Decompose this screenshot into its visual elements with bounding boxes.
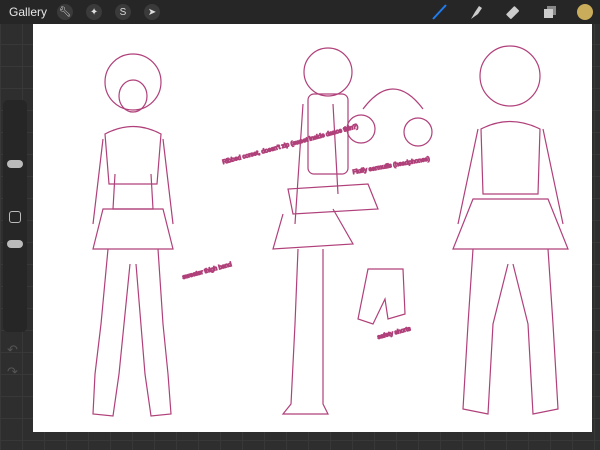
undo-icon[interactable]: ↶ — [7, 342, 18, 358]
back-figure — [452, 45, 569, 415]
note-shorts: safety shorts — [377, 326, 411, 341]
magic-wand-icon[interactable]: ✦ — [86, 4, 103, 20]
note-thigh-band: sweater thigh band — [182, 262, 233, 281]
smudge-icon[interactable] — [466, 2, 486, 22]
brush-icon[interactable] — [429, 2, 449, 22]
drawing-canvas[interactable]: Ribbed corset, doesn't zip (sweet inside… — [33, 24, 592, 432]
redo-icon[interactable]: ↷ — [7, 364, 18, 380]
selection-icon[interactable]: S — [115, 4, 132, 20]
left-sidebar — [3, 100, 27, 332]
gallery-button[interactable]: Gallery — [9, 5, 47, 19]
wrench-icon[interactable]: 🔧︎ — [57, 4, 74, 20]
side-figure — [272, 47, 379, 415]
brush-size-slider[interactable] — [7, 160, 23, 168]
opacity-slider[interactable] — [7, 240, 23, 248]
eraser-icon[interactable] — [503, 2, 523, 22]
earmuffs-sketch — [346, 88, 433, 147]
modify-button[interactable] — [9, 211, 21, 223]
shorts-sketch — [357, 268, 406, 325]
top-toolbar: Gallery 🔧︎ ✦ S ➤ — [0, 0, 600, 24]
transform-arrow-icon[interactable]: ➤ — [144, 4, 161, 20]
note-earmuffs: Fluffy earmuffs (headphones) — [352, 156, 430, 175]
note-corset: Ribbed corset, doesn't zip (sweet inside… — [222, 124, 359, 166]
character-sketch: Ribbed corset, doesn't zip (sweet inside… — [92, 45, 569, 417]
color-picker-button[interactable] — [577, 4, 593, 20]
front-figure — [92, 53, 174, 417]
layers-icon[interactable] — [540, 2, 560, 22]
